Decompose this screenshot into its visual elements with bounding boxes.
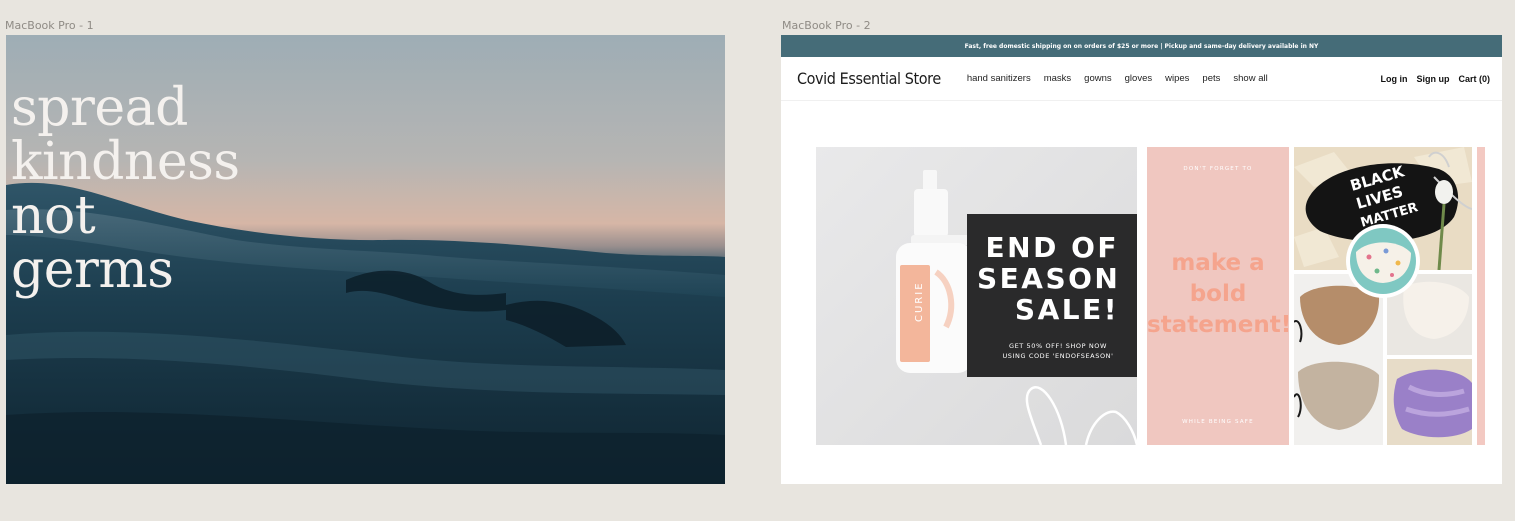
product-brand: CURIE [914,281,925,322]
hero-frame: spread kindness not germs [6,35,725,484]
sale-title: END OF SEASON SALE! [977,232,1119,325]
account-links: Log in Sign up Cart (0) [1380,74,1490,84]
masks-collage-image: BLACK LIVES MATTER [1293,147,1473,445]
nav-item-gloves[interactable]: gloves [1125,73,1152,84]
sale-sub-line: GET 50% OFF! SHOP NOW [1008,342,1108,350]
hero-line: kindness [11,132,240,192]
sale-title-line: SEASON [977,262,1121,295]
masks-banner[interactable]: BLACK LIVES MATTER [1293,147,1473,445]
sale-banner[interactable]: CURIE END OF SEASON SALE! GET 50% OFF! S… [816,147,1137,445]
nav-item-show-all[interactable]: show all [1233,73,1267,84]
cart-link[interactable]: Cart (0) [1458,74,1490,84]
promo-bar: Fast, free domestic shipping on on order… [781,35,1502,57]
next-banner-edge [1477,147,1485,445]
nav-item-wipes[interactable]: wipes [1165,73,1189,84]
sale-sub-line: USING CODE 'ENDOFSEASON' [1002,352,1114,360]
statement-bottom-text: WHILE BEING SAFE [1182,419,1254,425]
statement-line: bold [1189,281,1247,307]
frame-label-1: MacBook Pro - 1 [5,19,94,32]
store-frame: Fast, free domestic shipping on on order… [781,35,1502,484]
signup-link[interactable]: Sign up [1416,74,1449,84]
statement-line: statement! [1147,312,1292,338]
nav-item-hand-sanitizers[interactable]: hand sanitizers [967,73,1031,84]
nav-item-gowns[interactable]: gowns [1084,73,1111,84]
hero-headline: spread kindness not germs [11,81,240,297]
statement-banner[interactable]: DON'T FORGET TO make a bold statement! W… [1147,147,1292,445]
hero-line: spread [11,78,188,138]
hero-line: not [11,186,96,246]
frame-label-2: MacBook Pro - 2 [782,19,871,32]
sale-subtitle: GET 50% OFF! SHOP NOW USING CODE 'ENDOFS… [977,341,1119,361]
sale-title-line: END OF [985,231,1119,264]
login-link[interactable]: Log in [1380,74,1407,84]
statement-top-text: DON'T FORGET TO [1183,166,1253,172]
nav-item-masks[interactable]: masks [1044,73,1071,84]
main-nav: hand sanitizers masks gowns gloves wipes… [967,73,1268,84]
sale-title-line: SALE! [1014,293,1119,326]
sale-box: END OF SEASON SALE! GET 50% OFF! SHOP NO… [967,214,1137,377]
statement-headline: make a bold statement! [1147,248,1292,341]
hero-line: germs [11,240,174,300]
nav-item-pets[interactable]: pets [1202,73,1220,84]
statement-line: make a [1171,250,1265,276]
store-logo[interactable]: Covid Essential Store [797,69,941,88]
site-header: Covid Essential Store hand sanitizers ma… [781,57,1502,101]
